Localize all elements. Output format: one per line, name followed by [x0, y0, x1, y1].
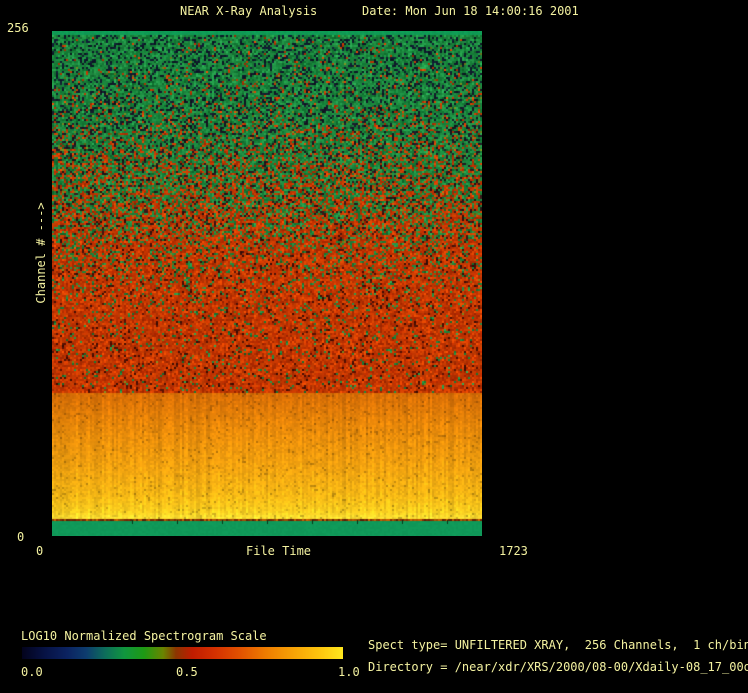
colorbar-tick-min: 0.0 [21, 665, 43, 679]
spectrogram-canvas [52, 31, 482, 536]
near-xray-analysis-window: NEAR X-Ray Analysis Date: Mon Jun 18 14:… [0, 0, 748, 693]
colorbar-tick-mid: 0.5 [176, 665, 198, 679]
colorbar-gradient [22, 647, 343, 659]
directory-text: Directory = /near/xdr/XRS/2000/08-00/Xda… [368, 660, 748, 674]
colorbar-title: LOG10 Normalized Spectrogram Scale [21, 629, 267, 643]
y-axis-min-label: 0 [17, 530, 25, 544]
y-axis-max-label: 256 [7, 21, 29, 35]
date-label: Date: Mon Jun 18 14:00:16 2001 [362, 4, 579, 18]
x-axis-min-label: 0 [36, 544, 44, 558]
x-axis-title: File Time [246, 544, 312, 558]
spect-type-text: Spect type= UNFILTERED XRAY, 256 Channel… [368, 638, 748, 652]
y-axis-title: Channel # ---> [34, 202, 48, 304]
page-title: NEAR X-Ray Analysis [180, 4, 318, 18]
x-axis-max-label: 1723 [499, 544, 528, 558]
colorbar-tick-max: 1.0 [338, 665, 360, 679]
